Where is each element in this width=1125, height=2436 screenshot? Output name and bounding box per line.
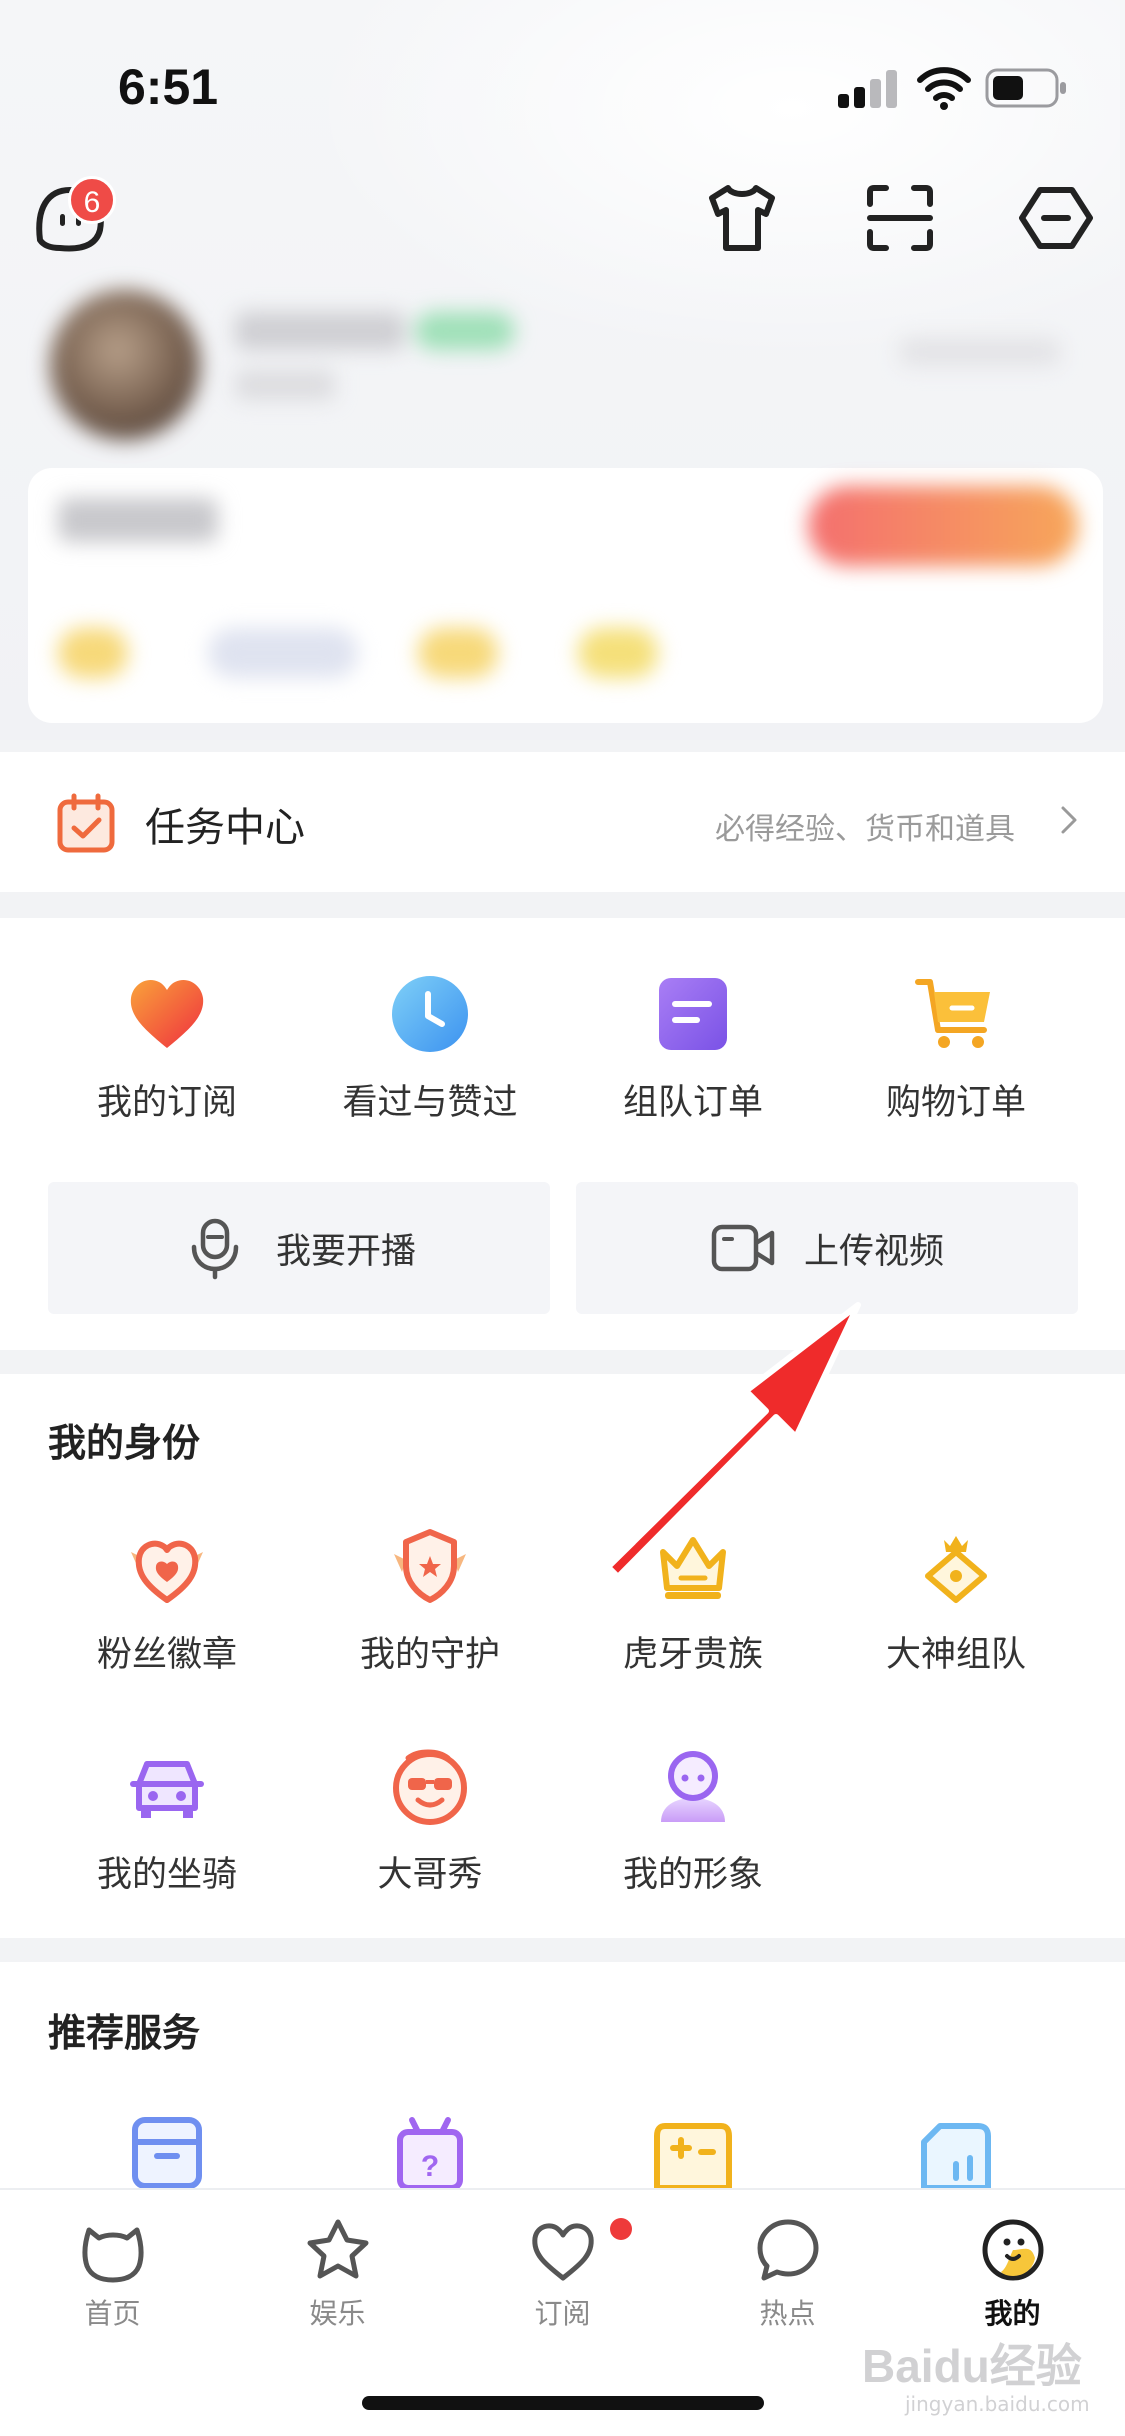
profile-blurred[interactable] [0, 270, 1125, 480]
upload-video-label: 上传视频 [803, 1231, 944, 1272]
home-mascot-icon [81, 2227, 144, 2283]
document-icon [659, 978, 727, 1050]
grid-item-team-orders[interactable]: 组队订单 [563, 972, 823, 1125]
start-live-button[interactable]: 我要开播 [48, 1182, 550, 1314]
grid-label: 组队订单 [622, 1083, 763, 1123]
car-icon [130, 1761, 204, 1818]
grid-item-shopping-orders[interactable]: 购物订单 [826, 972, 1086, 1125]
heart-icon [130, 979, 204, 1048]
chart-card-icon[interactable] [914, 2112, 998, 2188]
grid-item-history-likes[interactable]: 看过与赞过 [300, 972, 560, 1125]
avatar-person-icon [661, 1751, 725, 1822]
baidu-watermark-url: jingyan.baidu.com [905, 2392, 1090, 2416]
identity-my-mount[interactable]: 我的坐骑 [37, 1744, 297, 1897]
clock-icon [392, 976, 468, 1052]
grid-label: 购物订单 [885, 1083, 1026, 1123]
baidu-watermark: Baidu经验 [862, 2340, 1082, 2392]
tab-label: 订阅 [534, 2297, 591, 2330]
storage-box-icon[interactable] [125, 2112, 209, 2188]
task-center-title: 任务中心 [145, 805, 305, 851]
grid-item-my-subscriptions[interactable]: 我的订阅 [37, 972, 297, 1125]
identity-big-brother-show[interactable]: 大哥秀 [300, 1744, 560, 1897]
tab-label: 热点 [759, 2297, 816, 2330]
subscribe-notification-dot [610, 2218, 632, 2240]
chat-bubble-icon [757, 2219, 818, 2281]
battery-icon [985, 68, 1066, 108]
profile-card-content [28, 468, 1103, 723]
signal-icon [838, 68, 900, 108]
microphone-icon [191, 1218, 239, 1280]
me-mascot-icon [982, 2219, 1043, 2281]
sunglasses-face-icon [393, 1749, 467, 1825]
grid-label: 粉丝徽章 [96, 1635, 237, 1675]
grid-label: 大神组队 [885, 1635, 1026, 1675]
identity-section-title: 我的身份 [48, 1421, 201, 1465]
wifi-icon [917, 67, 971, 110]
settings-icon[interactable] [1016, 178, 1096, 258]
grid-label: 我的坐骑 [96, 1855, 237, 1895]
cart-icon [915, 979, 990, 1048]
video-camera-icon [711, 1224, 775, 1272]
task-center-subtitle: 必得经验、货币和道具 [715, 812, 1015, 847]
identity-my-guard[interactable]: 我的守护 [300, 1524, 560, 1677]
svg-text:?: ? [421, 2150, 439, 2183]
gamepad-icon[interactable] [651, 2112, 735, 2188]
chevron-right-icon [1061, 806, 1077, 834]
tab-label: 首页 [84, 2297, 141, 2330]
message-badge: 6 [68, 176, 116, 224]
avatar[interactable] [50, 290, 200, 440]
annotation-arrow [605, 1302, 861, 1580]
star-icon [307, 2219, 368, 2279]
grid-label: 大哥秀 [377, 1855, 483, 1895]
tab-label: 娱乐 [309, 2297, 366, 2330]
heart-outline-icon [531, 2223, 594, 2281]
home-indicator [362, 2396, 764, 2410]
tab-home[interactable]: 首页 [0, 2214, 225, 2332]
grid-label: 看过与赞过 [342, 1083, 518, 1123]
grid-label: 虎牙贵族 [622, 1635, 763, 1675]
calendar-check-icon [57, 793, 115, 853]
grid-label: 我的订阅 [96, 1083, 237, 1123]
team-crown-icon [925, 1536, 987, 1603]
tab-entertainment[interactable]: 娱乐 [225, 2214, 450, 2332]
tab-hot[interactable]: 热点 [675, 2214, 900, 2332]
status-time: 6:51 [118, 59, 219, 115]
tshirt-icon[interactable] [702, 178, 782, 258]
guard-shield-icon [394, 1529, 466, 1603]
grid-label: 我的守护 [359, 1635, 500, 1675]
tab-label: 我的 [984, 2297, 1041, 2330]
fan-badge-icon [131, 1540, 203, 1603]
tab-subscribe[interactable]: 订阅 [450, 2214, 675, 2332]
scan-icon[interactable] [860, 178, 940, 258]
gift-box-icon[interactable]: ? [388, 2112, 472, 2188]
grid-label: 我的形象 [622, 1855, 763, 1895]
recommend-section-title: 推荐服务 [48, 2011, 201, 2055]
start-live-label: 我要开播 [275, 1231, 416, 1272]
identity-my-avatar[interactable]: 我的形象 [563, 1744, 823, 1897]
tab-me[interactable]: 我的 [900, 2214, 1125, 2332]
identity-fan-badge[interactable]: 粉丝徽章 [37, 1524, 297, 1677]
